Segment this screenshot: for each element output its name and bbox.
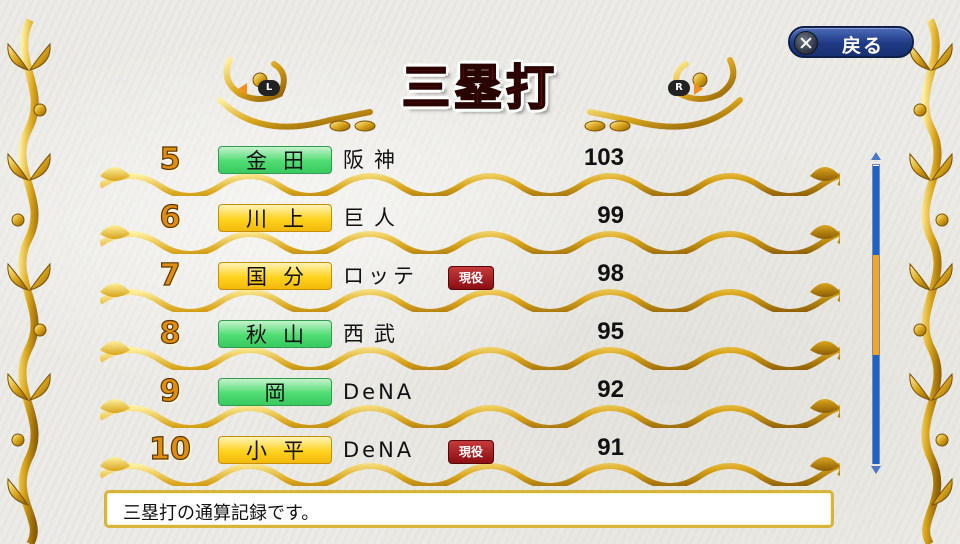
record-value: 92 bbox=[597, 376, 624, 403]
ranking-row[interactable]: 5 金田 阪神 103 bbox=[100, 138, 840, 196]
scroll-down-arrow-icon[interactable] bbox=[871, 466, 881, 474]
team-name: ロッテ bbox=[343, 264, 418, 288]
rank-number: 9 bbox=[159, 373, 181, 409]
record-value: 98 bbox=[597, 260, 624, 287]
next-arrow-icon bbox=[694, 83, 703, 95]
team-name: 西武 bbox=[343, 322, 405, 346]
team-name: 阪神 bbox=[343, 148, 405, 172]
active-player-badge: 現役 bbox=[448, 440, 494, 464]
back-button-label: 戻る bbox=[842, 35, 885, 57]
right-gold-ornament bbox=[909, 18, 953, 544]
record-value: 99 bbox=[597, 202, 624, 229]
scrollbar[interactable] bbox=[870, 152, 882, 476]
player-name: 国分 bbox=[218, 262, 332, 290]
rank-number: 5 bbox=[159, 141, 181, 177]
player-name: 岡 bbox=[218, 378, 332, 406]
rank-number: 10 bbox=[149, 431, 192, 467]
team-name: DeNA bbox=[343, 438, 415, 462]
player-name: 金田 bbox=[218, 146, 332, 174]
r-button[interactable]: R bbox=[668, 80, 690, 96]
scroll-track-fill-bottom bbox=[873, 355, 879, 464]
active-player-badge: 現役 bbox=[448, 266, 494, 290]
left-gold-ornament bbox=[7, 18, 51, 544]
ranking-row[interactable]: 7 国分 ロッテ 現役 98 bbox=[100, 254, 840, 312]
ranking-list: 5 金田 阪神 103 6 川上 巨人 99 7 国分 ロッテ 現役 98 8 … bbox=[100, 138, 840, 486]
scroll-thumb[interactable] bbox=[873, 255, 879, 356]
team-name: DeNA bbox=[343, 380, 415, 404]
scroll-up-arrow-icon[interactable] bbox=[871, 152, 881, 160]
record-value: 95 bbox=[597, 318, 624, 345]
rank-number: 7 bbox=[159, 257, 181, 293]
record-value: 91 bbox=[597, 434, 624, 461]
player-name: 小平 bbox=[218, 436, 332, 464]
scroll-track-fill-top bbox=[873, 166, 879, 256]
team-name: 巨人 bbox=[343, 206, 405, 230]
help-text: 三塁打の通算記録です。 bbox=[123, 503, 320, 524]
rank-number: 6 bbox=[159, 199, 181, 235]
player-name: 川上 bbox=[218, 204, 332, 232]
record-value: 103 bbox=[583, 144, 624, 171]
ranking-row[interactable]: 9 岡 DeNA 92 bbox=[100, 370, 840, 428]
player-name: 秋山 bbox=[218, 320, 332, 348]
ranking-row[interactable]: 6 川上 巨人 99 bbox=[100, 196, 840, 254]
rank-number: 8 bbox=[159, 315, 181, 351]
ranking-row[interactable]: 8 秋山 西武 95 bbox=[100, 312, 840, 370]
ranking-row[interactable]: 10 小平 DeNA 現役 91 bbox=[100, 428, 840, 486]
cross-button-icon bbox=[794, 31, 818, 55]
help-message-box: 三塁打の通算記録です。 bbox=[104, 490, 834, 528]
back-button[interactable]: 戻る bbox=[788, 26, 914, 58]
title-area: L 三塁打 R bbox=[200, 40, 760, 140]
